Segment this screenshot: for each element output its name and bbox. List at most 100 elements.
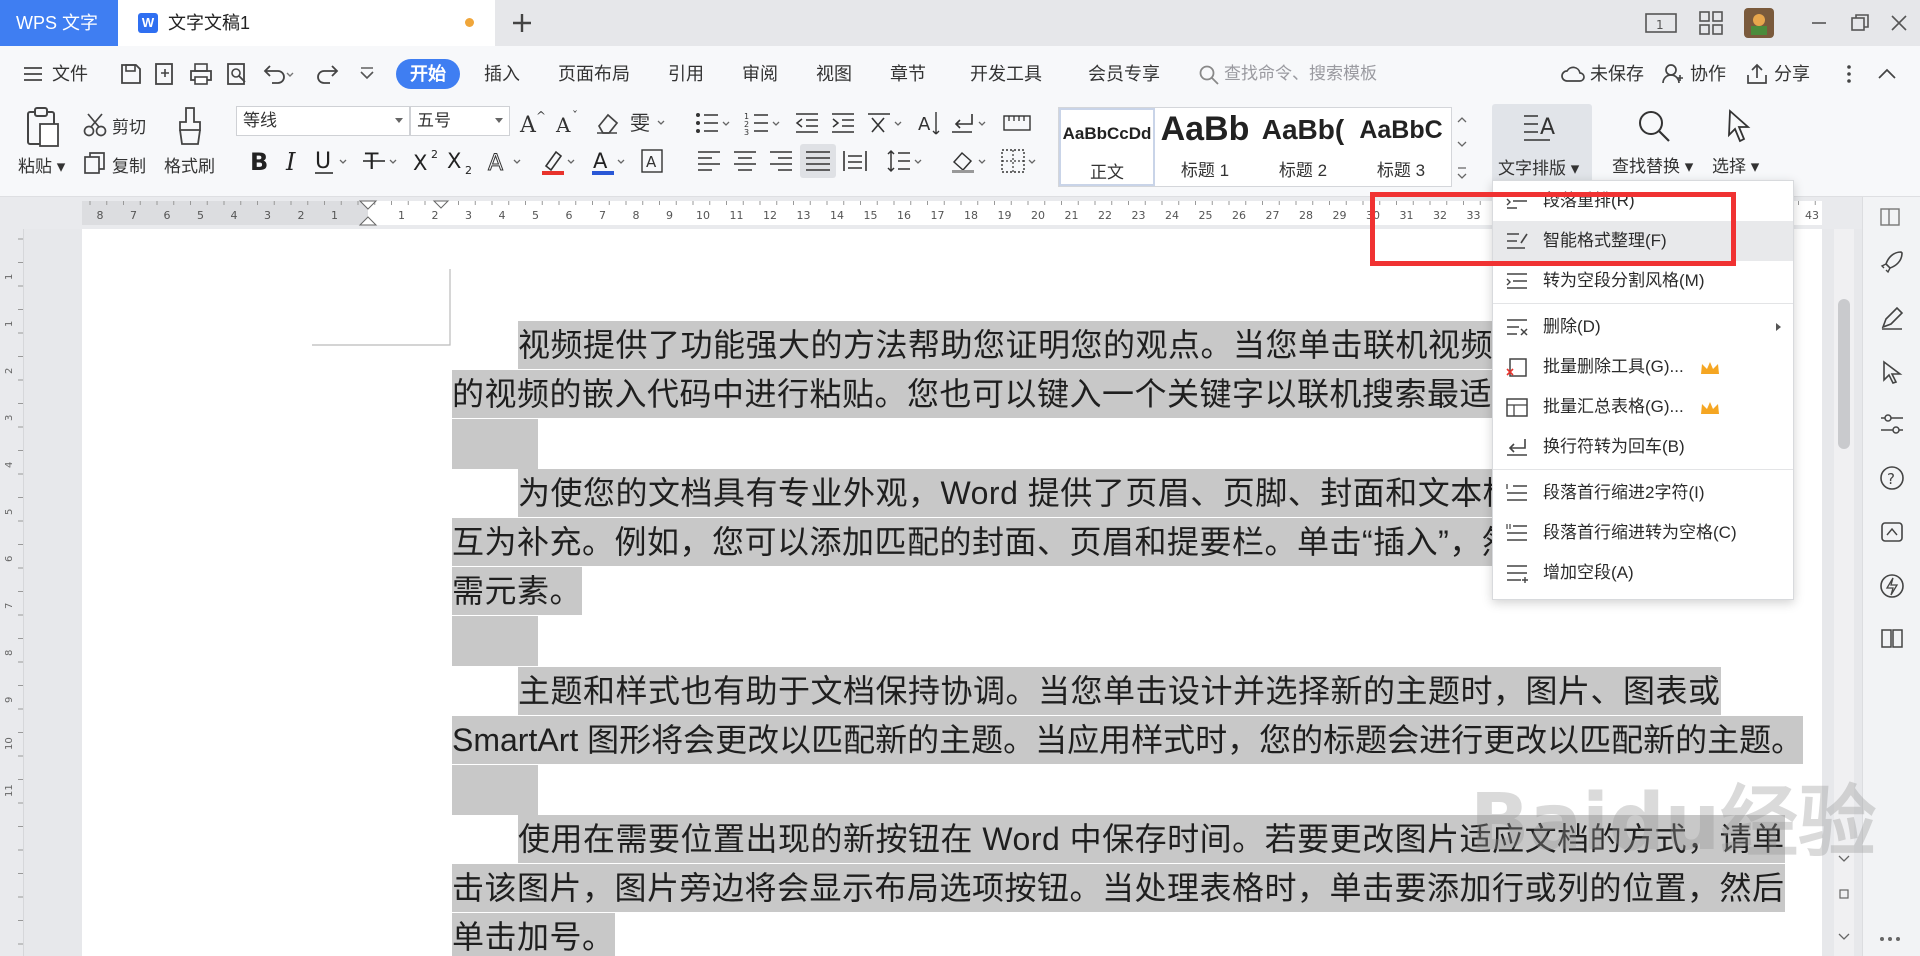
justify-icon[interactable]	[800, 144, 836, 178]
chinese-layout-icon[interactable]	[866, 110, 906, 136]
reading-mode-icon[interactable]: 1	[1644, 8, 1677, 38]
menu-item-empty-paragraph-split[interactable]: 转为空段分割风格(M)	[1493, 261, 1793, 301]
menu-item-delete[interactable]: 删除(D)	[1493, 307, 1793, 347]
bold-icon[interactable]: B	[246, 146, 272, 176]
increase-indent-icon[interactable]	[830, 110, 856, 136]
clear-format-icon[interactable]	[594, 110, 622, 136]
avatar[interactable]	[1744, 8, 1774, 38]
paste-icon[interactable]	[22, 106, 62, 148]
bullet-list-icon[interactable]	[694, 110, 734, 136]
character-border-icon[interactable]: A	[640, 148, 666, 174]
hamburger-menu-icon[interactable]	[22, 63, 48, 89]
style-heading-2[interactable]: AaBb( 标题 2	[1255, 108, 1351, 186]
vertical-ruler[interactable]: 1 1 2 3 4 5 6 7 8 9 10 11	[0, 229, 24, 956]
text-direction-icon[interactable]: A	[916, 110, 942, 136]
help-icon[interactable]: ?	[1879, 465, 1905, 491]
command-search-input[interactable]: 查找命令、搜索模板	[1196, 58, 1377, 90]
template-icon[interactable]	[1879, 519, 1905, 545]
superscript-icon[interactable]: X2	[412, 146, 444, 176]
pinyin-guide-icon[interactable]: 雯	[628, 108, 668, 136]
tab-insert[interactable]: 插入	[484, 46, 520, 102]
subscript-icon[interactable]: X2	[446, 146, 478, 176]
menu-item-batch-delete[interactable]: 批量删除工具(G)...	[1493, 347, 1793, 387]
menu-item-first-line-indent[interactable]: 段落首行缩进2字符(I)	[1493, 473, 1793, 513]
paste-button[interactable]: 粘贴 ▾	[18, 152, 65, 177]
italic-icon[interactable]: I	[280, 146, 306, 176]
tab-page-layout[interactable]: 页面布局	[558, 46, 630, 102]
tab-developer[interactable]: 开发工具	[970, 46, 1042, 102]
document-tab[interactable]: W 文字文稿1	[118, 0, 495, 46]
save-icon[interactable]	[118, 61, 144, 87]
export-icon[interactable]	[152, 61, 178, 87]
style-heading-1[interactable]: AaBb 标题 1	[1157, 108, 1253, 186]
text-layout-button[interactable]: A 文字排版 ▾	[1492, 104, 1592, 192]
font-name-select[interactable]: 等线	[236, 106, 410, 136]
select-cursor-icon[interactable]	[1724, 108, 1754, 144]
font-size-select[interactable]: 五号	[410, 106, 510, 136]
style-heading-3[interactable]: AaBbC 标题 3	[1353, 108, 1449, 186]
highlight-icon[interactable]	[540, 146, 580, 176]
tab-member[interactable]: 会员专享	[1088, 46, 1160, 102]
distributed-align-icon[interactable]	[842, 148, 868, 174]
find-replace-button[interactable]: 查找替换 ▾	[1612, 152, 1693, 177]
style-normal[interactable]: AaBbCcDd 正文	[1059, 108, 1155, 186]
adjust-sliders-icon[interactable]	[1879, 411, 1905, 437]
copy-button[interactable]: 复制	[112, 152, 146, 177]
menu-item-indent-to-space[interactable]: 段落首行缩进转为空格(C)	[1493, 513, 1793, 553]
scrollbar-thumb[interactable]	[1838, 299, 1850, 449]
font-color-icon[interactable]: A	[590, 146, 630, 176]
unsaved-status[interactable]: 未保存	[1590, 46, 1644, 102]
decrease-font-size-icon[interactable]: Aˇ	[554, 108, 588, 136]
app-grid-icon[interactable]	[1696, 8, 1726, 38]
menu-item-line-break-to-enter[interactable]: 换行符转为回车(B)	[1493, 427, 1793, 467]
menu-item-batch-summary[interactable]: 批量汇总表格(G)...	[1493, 387, 1793, 427]
pointer-icon[interactable]	[1879, 359, 1905, 385]
rocket-icon[interactable]	[1879, 249, 1905, 275]
file-menu[interactable]: 文件	[52, 46, 88, 102]
collaborate-button[interactable]: 协作	[1690, 46, 1726, 102]
align-center-icon[interactable]	[732, 148, 758, 174]
text-effect-icon[interactable]: A	[486, 146, 526, 176]
share-button[interactable]: 分享	[1774, 46, 1810, 102]
restore-icon[interactable]	[1844, 8, 1874, 38]
close-icon[interactable]	[1884, 8, 1914, 38]
styles-scroll-icon[interactable]	[1454, 108, 1470, 188]
increase-font-size-icon[interactable]: A ^	[518, 108, 552, 136]
underline-icon[interactable]: U	[312, 146, 352, 176]
undo-icon[interactable]	[260, 61, 294, 87]
pen-icon[interactable]	[1879, 305, 1905, 331]
print-preview-icon[interactable]	[224, 61, 250, 87]
expand-panel-icon[interactable]	[1877, 207, 1905, 227]
tab-view[interactable]: 视图	[816, 46, 852, 102]
more-options-icon[interactable]	[1836, 61, 1862, 87]
lightning-icon[interactable]	[1879, 573, 1905, 599]
book-icon[interactable]	[1879, 625, 1905, 651]
select-button[interactable]: 选择 ▾	[1712, 152, 1759, 177]
numbered-list-icon[interactable]: 123	[744, 110, 784, 136]
strikethrough-icon[interactable]: T	[362, 146, 402, 176]
minimize-icon[interactable]	[1804, 8, 1834, 38]
format-painter-button[interactable]: 格式刷	[164, 152, 215, 177]
new-tab-button[interactable]	[505, 6, 539, 40]
align-left-icon[interactable]	[696, 148, 722, 174]
cut-button[interactable]: 剪切	[112, 113, 146, 138]
menu-item-add-empty-paragraph[interactable]: 增加空段(A)	[1493, 553, 1793, 593]
copy-icon[interactable]	[82, 150, 108, 176]
wps-home-tab[interactable]: WPS 文字	[0, 0, 118, 46]
shading-icon[interactable]	[950, 148, 990, 174]
customize-chevron-icon[interactable]	[354, 61, 380, 87]
line-break-toggle-icon[interactable]	[950, 110, 990, 136]
tab-chapter[interactable]: 章节	[890, 46, 926, 102]
print-icon[interactable]	[188, 61, 214, 87]
align-right-icon[interactable]	[768, 148, 794, 174]
show-paragraph-marks-icon[interactable]	[1002, 110, 1032, 136]
redo-icon[interactable]	[316, 61, 342, 87]
tab-start[interactable]: 开始	[396, 59, 460, 89]
format-painter-icon[interactable]	[174, 106, 206, 146]
line-spacing-icon[interactable]	[886, 148, 926, 174]
more-icon[interactable]	[1877, 933, 1903, 945]
tab-review[interactable]: 审阅	[742, 46, 778, 102]
decrease-indent-icon[interactable]	[794, 110, 820, 136]
tab-references[interactable]: 引用	[668, 46, 704, 102]
find-replace-icon[interactable]	[1636, 108, 1672, 144]
